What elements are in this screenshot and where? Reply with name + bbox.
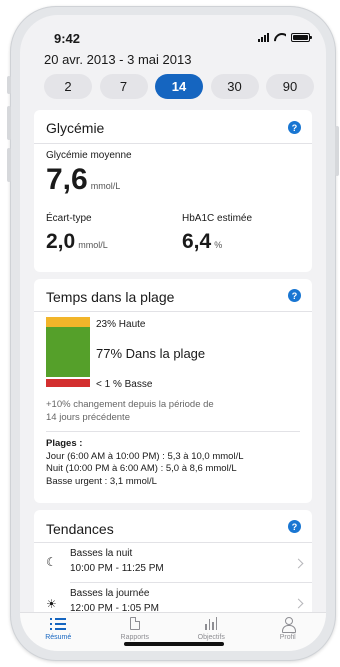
glycemia-title: Glycémie xyxy=(46,120,105,136)
std-dev-unit: mmol/L xyxy=(78,240,108,250)
period-chip-90[interactable]: 90 xyxy=(266,74,314,99)
change-text-line1: +10% changement depuis la période de xyxy=(46,399,214,410)
trends-help-icon[interactable]: ? xyxy=(288,520,301,533)
trends-title: Tendances xyxy=(46,521,114,537)
low-label: < 1 % Basse xyxy=(96,379,153,390)
app-screen: 9:42 20 avr. 2013 - 3 mai 2013 2 7 14 30… xyxy=(20,15,326,651)
change-text-line2: 14 jours précédente xyxy=(46,412,130,423)
hba1c-unit: % xyxy=(214,240,223,250)
low-segment xyxy=(46,379,90,387)
time-in-range-title: Temps dans la plage xyxy=(46,289,175,305)
trend-title: Basses la journée xyxy=(70,588,150,599)
chevron-right-icon xyxy=(293,558,304,569)
period-chip-30[interactable]: 30 xyxy=(210,74,259,99)
mute-switch xyxy=(7,76,11,94)
time-in-range-bar xyxy=(46,317,90,387)
in-range-segment xyxy=(46,326,90,377)
average-glucose-unit: mmol/L xyxy=(90,181,121,191)
date-range: 20 avr. 2013 - 3 mai 2013 xyxy=(44,52,192,67)
status-icons xyxy=(258,33,312,42)
high-segment xyxy=(46,317,90,327)
status-bar: 9:42 xyxy=(20,15,326,55)
card-divider xyxy=(34,542,312,543)
sun-icon: ☀ xyxy=(46,597,57,611)
average-glucose-label: Glycémie moyenne xyxy=(46,150,132,161)
power-button xyxy=(335,126,339,176)
card-divider xyxy=(34,143,312,144)
period-chip-14[interactable]: 14 xyxy=(155,74,203,99)
range-urgent-low: Basse urgent : 3,1 mmol/L xyxy=(46,475,157,487)
ranges-info: Plages : Jour (6:00 AM à 10:00 PM) : 5,3… xyxy=(46,438,244,488)
battery-icon xyxy=(291,33,312,42)
volume-up-button xyxy=(7,106,11,140)
glycemia-card: Glycémie ? Glycémie moyenne 7,6 mmol/L É… xyxy=(34,110,312,272)
tab-label: Objectifs xyxy=(197,634,225,641)
list-icon xyxy=(50,616,67,631)
bar-chart-icon xyxy=(205,616,218,631)
tab-summary[interactable]: Résumé xyxy=(20,613,97,651)
document-icon xyxy=(129,616,140,631)
chevron-right-icon xyxy=(293,598,304,609)
range-day: Jour (6:00 AM à 10:00 PM) : 5,3 à 10,0 m… xyxy=(46,450,244,462)
tab-profile[interactable]: Profil xyxy=(250,613,327,651)
card-divider xyxy=(46,431,300,432)
average-glucose: 7,6 mmol/L xyxy=(46,163,120,197)
high-label: 23% Haute xyxy=(96,319,146,330)
card-divider xyxy=(34,311,312,312)
std-dev: 2,0 mmol/L xyxy=(46,230,108,254)
signal-icon xyxy=(258,33,269,42)
hba1c-value: 6,4 xyxy=(182,230,212,253)
wifi-icon xyxy=(274,33,286,42)
status-time: 9:42 xyxy=(54,31,81,46)
range-night: Nuit (10:00 PM à 6:00 AM) : 5,0 à 8,6 mm… xyxy=(46,463,237,474)
home-indicator xyxy=(124,642,224,646)
time-in-range-card: Temps dans la plage ? 23% Haute 77% Dans… xyxy=(34,279,312,503)
tab-label: Profil xyxy=(279,634,296,641)
trend-row-night-lows[interactable]: ☾ Basses la nuit 10:00 PM - 11:25 PM xyxy=(34,544,312,582)
hba1c: 6,4 % xyxy=(182,230,222,254)
moon-icon: ☾ xyxy=(46,555,57,569)
std-dev-value: 2,0 xyxy=(46,230,76,253)
in-range-label: 77% Dans la plage xyxy=(96,346,206,361)
volume-down-button xyxy=(7,148,11,182)
change-text: +10% changement depuis la période de 14 … xyxy=(46,398,214,424)
period-chip-7[interactable]: 7 xyxy=(99,74,148,99)
hba1c-label: HbA1C estimée xyxy=(182,213,253,224)
trend-title: Basses la nuit xyxy=(70,548,133,559)
ranges-title: Plages : xyxy=(46,438,83,449)
tab-label: Résumé xyxy=(45,634,72,641)
tab-label: Rapports xyxy=(120,634,149,641)
std-dev-label: Écart-type xyxy=(46,213,92,224)
trend-subtitle: 10:00 PM - 11:25 PM xyxy=(70,563,164,574)
period-selector: 2 7 14 30 90 xyxy=(44,74,314,99)
average-glucose-value: 7,6 xyxy=(46,163,88,196)
period-chip-2[interactable]: 2 xyxy=(44,74,92,99)
person-icon xyxy=(281,616,296,633)
time-in-range-help-icon[interactable]: ? xyxy=(288,289,301,302)
glycemia-help-icon[interactable]: ? xyxy=(288,121,301,134)
